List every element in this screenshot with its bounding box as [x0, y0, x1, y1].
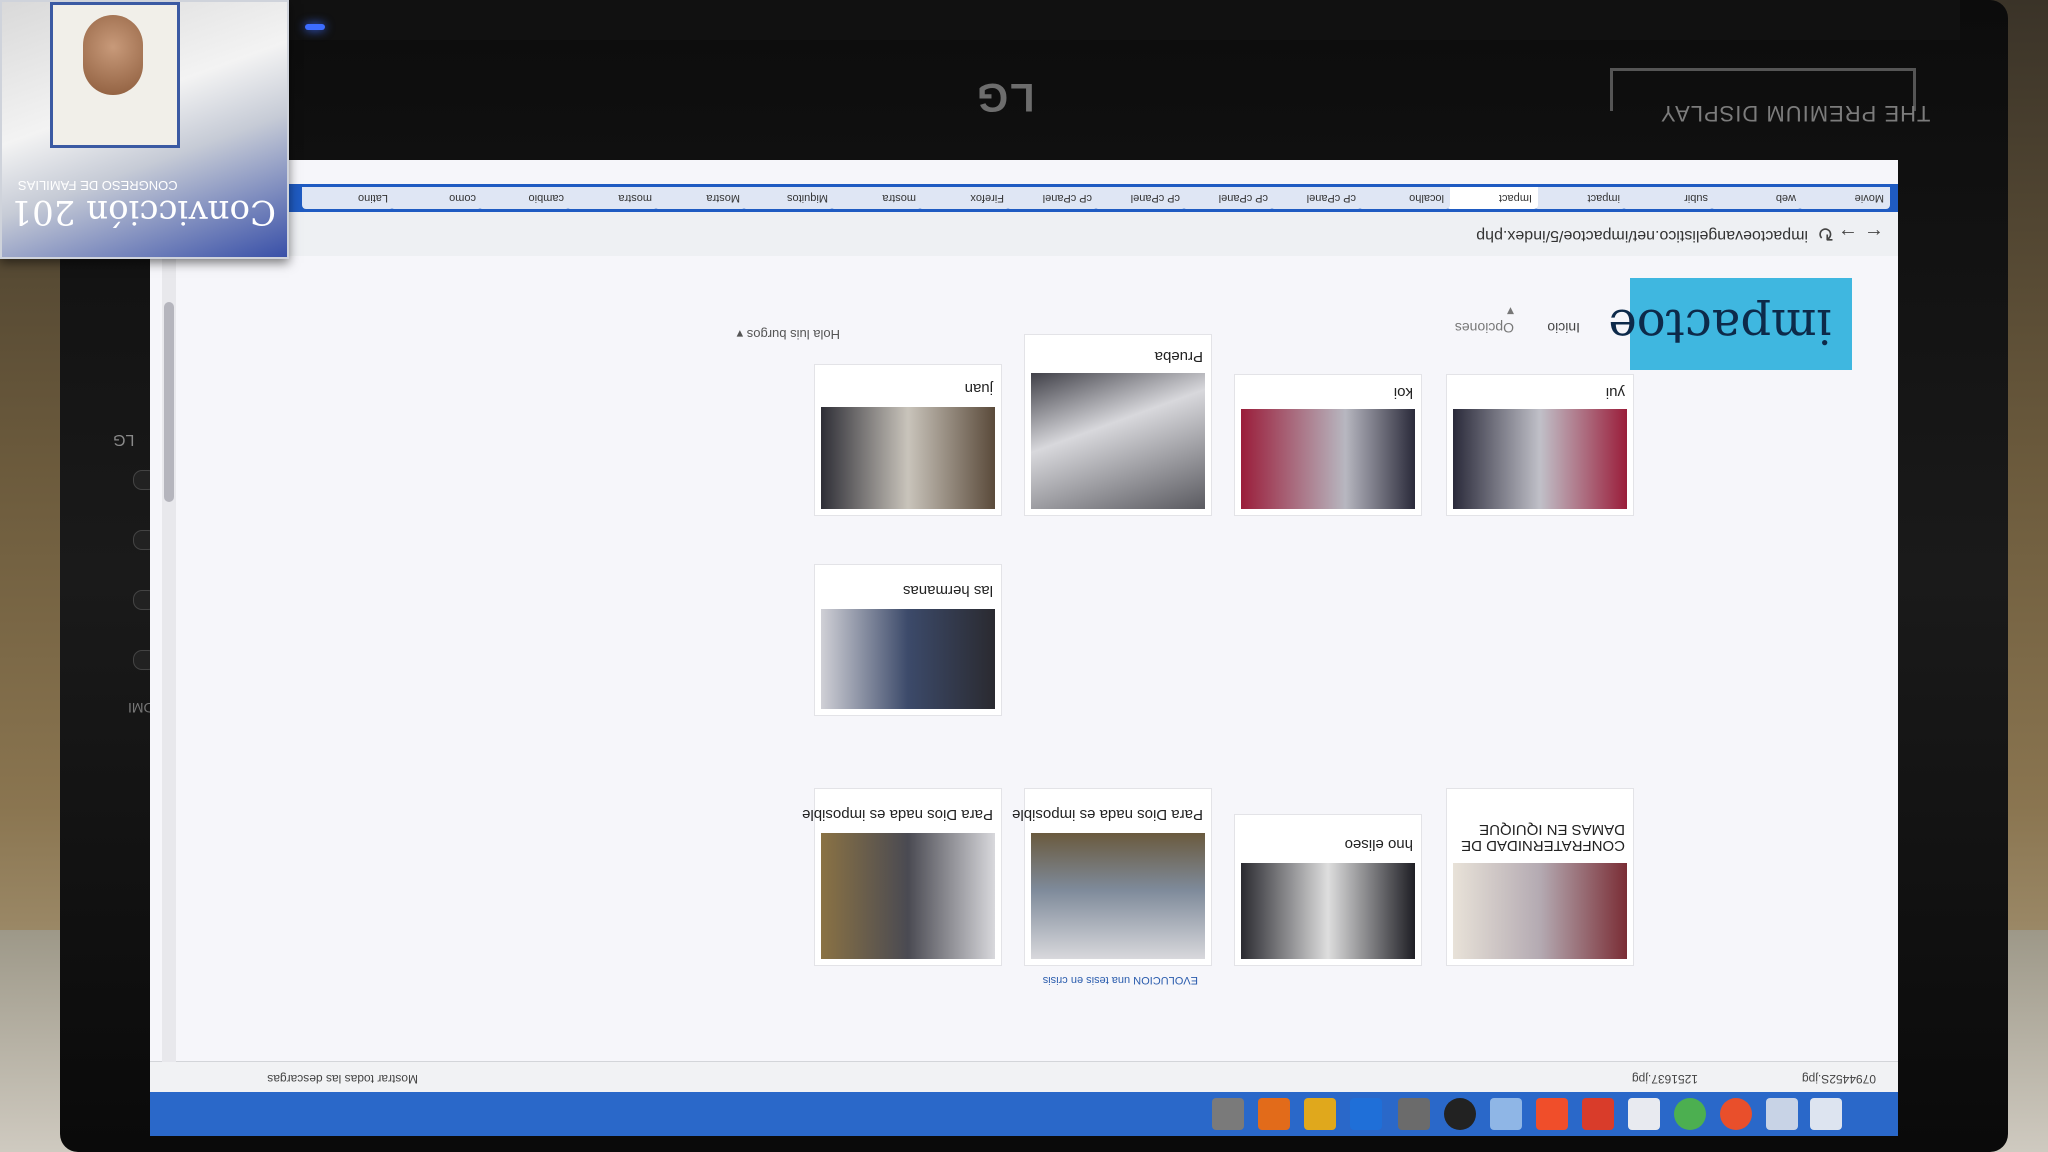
- gallery-photo[interactable]: [821, 609, 995, 709]
- tab-strip: Movie web subir impact Impact localho cP…: [150, 184, 1898, 212]
- page-scrollbar[interactable]: [162, 256, 176, 1062]
- browser-tab[interactable]: Firefox: [918, 187, 1010, 209]
- gallery-card[interactable]: yui: [1446, 374, 1634, 516]
- gallery-photo[interactable]: [1031, 373, 1205, 509]
- browser-tab[interactable]: cP cPanel: [1270, 187, 1362, 209]
- browser-tab[interactable]: Miquitos: [742, 187, 834, 209]
- site-logo-text: impactoe: [1608, 298, 1832, 354]
- monitor-top-bezel: [260, 0, 1960, 40]
- gallery-card[interactable]: Para Dios nada es imposible: [802, 788, 1002, 966]
- browser-window: 0794452S.jpg 1251637.jpg Mostrar todas l…: [150, 160, 1898, 1136]
- browser-tab[interactable]: Movie: [1798, 187, 1890, 209]
- windows-taskbar: [150, 1092, 1898, 1136]
- badge-subtitle: CONGRESO DE FAMILIAS: [18, 178, 178, 193]
- browser-tab[interactable]: como: [390, 187, 482, 209]
- download-item[interactable]: 1251637.jpg: [1632, 1072, 1698, 1086]
- gallery-card[interactable]: Prueba: [1024, 334, 1212, 516]
- browser-tab-active[interactable]: Impact: [1446, 187, 1538, 209]
- back-arrow-icon[interactable]: ←: [1864, 223, 1884, 246]
- user-menu[interactable]: Hola luis burgos ▾: [737, 326, 840, 342]
- scrollbar-thumb[interactable]: [164, 302, 174, 502]
- gallery-caption: yui: [1605, 384, 1625, 401]
- browser-tab[interactable]: mostra: [830, 187, 922, 209]
- gallery-card[interactable]: koi: [1234, 374, 1422, 516]
- browser-tab[interactable]: mostra: [566, 187, 658, 209]
- article-link[interactable]: EVOLUCION una tesis en crisis: [1043, 974, 1198, 986]
- gallery-caption: Para Dios nada es imposible: [1012, 806, 1203, 823]
- gallery-caption: CONFRATERNIDAD DE DAMAS EN IQUIQUE: [1461, 821, 1625, 854]
- nav-inicio-link[interactable]: Inicio: [1547, 320, 1580, 336]
- browser-tab[interactable]: subir: [1622, 187, 1714, 209]
- gallery-photo[interactable]: [821, 407, 995, 509]
- xampp-icon[interactable]: [1536, 1098, 1568, 1130]
- app-icon[interactable]: [1490, 1098, 1522, 1130]
- id-badge: CONGRESO DE FAMILIAS Convicción 201: [0, 0, 289, 259]
- obs-icon[interactable]: [1444, 1098, 1476, 1130]
- gallery-photo[interactable]: [1453, 409, 1627, 509]
- gallery-card[interactable]: hno eliseo: [1234, 814, 1422, 966]
- gallery-caption: las hermanas: [902, 582, 993, 599]
- gallery-photo[interactable]: [1241, 409, 1415, 509]
- photoshop-icon[interactable]: [1350, 1098, 1382, 1130]
- reload-icon[interactable]: ↻: [1817, 221, 1834, 246]
- gallery-card[interactable]: las hermanas: [814, 564, 1002, 716]
- browser-tab[interactable]: cP cPanel: [1006, 187, 1098, 209]
- gallery-caption: Prueba: [1154, 348, 1203, 365]
- show-all-downloads-link[interactable]: Mostrar todas las descargas: [267, 1072, 418, 1086]
- browser-tab[interactable]: cP cPanel: [1094, 187, 1186, 209]
- folder-yellow-icon[interactable]: [1304, 1098, 1336, 1130]
- browser-tab[interactable]: localho: [1358, 187, 1450, 209]
- paint-icon[interactable]: [1628, 1098, 1660, 1130]
- power-led-icon: [305, 24, 325, 30]
- user-app-icon[interactable]: [1212, 1098, 1244, 1130]
- browser-tab[interactable]: impact: [1534, 187, 1626, 209]
- url-field[interactable]: impactoevangelistico.net/impactoe/5/inde…: [1476, 226, 1808, 244]
- monitor-screen: 0794452S.jpg 1251637.jpg Mostrar todas l…: [150, 160, 1898, 1136]
- gallery-photo[interactable]: [1241, 863, 1415, 959]
- illustrator-icon[interactable]: [1258, 1098, 1290, 1130]
- nav-opciones-menu[interactable]: Opciones ▾: [1455, 303, 1514, 336]
- gallery-card[interactable]: juan: [814, 364, 1002, 516]
- browser-tab[interactable]: Latino: [302, 187, 394, 209]
- browser-tab[interactable]: cP cPanel: [1182, 187, 1274, 209]
- gallery-caption: hno eliseo: [1344, 836, 1413, 853]
- gallery-photo[interactable]: [1031, 833, 1205, 959]
- gallery-card[interactable]: CONFRATERNIDAD DE DAMAS EN IQUIQUE: [1446, 788, 1634, 966]
- gallery-photo[interactable]: [1453, 863, 1627, 959]
- browser-tab[interactable]: Mostra: [654, 187, 746, 209]
- gallery-card[interactable]: Para Dios nada es imposible: [1012, 788, 1212, 966]
- forward-arrow-icon[interactable]: →: [1838, 223, 1858, 246]
- browser-tab[interactable]: cambio: [478, 187, 570, 209]
- bezel-brand-label: LG: [113, 431, 135, 448]
- gallery-caption: koi: [1393, 384, 1413, 401]
- address-bar: ← → ↻ impactoevangelistico.net/impactoe/…: [150, 211, 1898, 256]
- badge-title: Convicción 201: [10, 192, 277, 232]
- firefox-icon[interactable]: [1720, 1098, 1752, 1130]
- monitor-brand-logo: LG: [975, 75, 1035, 119]
- media-icon[interactable]: [1398, 1098, 1430, 1130]
- badge-photo: [50, 2, 180, 148]
- badge-portrait: [83, 15, 143, 95]
- start-menu-icon[interactable]: [1810, 1098, 1842, 1130]
- folder-icon[interactable]: [1766, 1098, 1798, 1130]
- gallery-caption: juan: [964, 380, 993, 397]
- filezilla-icon[interactable]: [1582, 1098, 1614, 1130]
- browser-tab[interactable]: web: [1710, 187, 1802, 209]
- site-logo[interactable]: impactoe: [1608, 278, 1852, 370]
- gallery-caption: Para Dios nada es imposible: [802, 806, 993, 823]
- gallery-photo[interactable]: [821, 833, 995, 959]
- downloads-bar: 0794452S.jpg 1251637.jpg Mostrar todas l…: [150, 1061, 1898, 1092]
- chrome-icon[interactable]: [1674, 1098, 1706, 1130]
- monitor-tagline: THE PREMIUM DISPLAY: [1660, 101, 1931, 126]
- download-item[interactable]: 0794452S.jpg: [1802, 1072, 1876, 1086]
